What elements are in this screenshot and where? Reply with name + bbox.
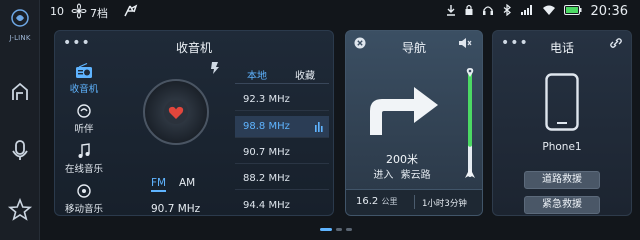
bluetooth-icon: [503, 4, 511, 16]
status-icons: [446, 4, 582, 16]
device-name: Phone1: [542, 141, 582, 153]
playing-eq-icon: [315, 122, 323, 132]
voice-icon: [12, 140, 28, 160]
current-position-icon: [465, 168, 475, 178]
headset-icon: [483, 6, 493, 15]
source-radio[interactable]: 收音机: [61, 63, 107, 95]
source-online-music[interactable]: 在线音乐: [61, 143, 107, 175]
page-indicator[interactable]: [320, 228, 352, 231]
source-online-music-label: 在线音乐: [64, 164, 103, 175]
radio-icon: [76, 63, 92, 78]
auto-climate-icon[interactable]: [122, 3, 138, 22]
remaining-km: 16.2: [356, 196, 379, 207]
source-mobile-music[interactable]: 移动音乐: [61, 183, 107, 215]
navigation-card[interactable]: 导航 200米 进入 紫云路 16.2 公里 1小时3分钟: [345, 30, 483, 216]
signal-4g-icon: [521, 5, 532, 15]
mute-icon[interactable]: [458, 37, 472, 49]
station-item[interactable]: 90.7 MHz: [235, 142, 329, 164]
mic-icon[interactable]: [209, 61, 221, 75]
tab-local[interactable]: 本地: [247, 67, 267, 82]
turn-right-arrow-icon: [370, 87, 438, 135]
phone-card[interactable]: ••• 电话 Phone1 道路救援 紧急救援: [492, 30, 632, 216]
navigation-footer: 16.2 公里 1小时3分钟: [346, 189, 482, 215]
turn-distance: 200米: [386, 153, 418, 166]
road-name: 紫云路: [400, 170, 431, 181]
jlink-logo[interactable]: J-LINK: [4, 8, 36, 42]
temperature[interactable]: 10: [50, 5, 64, 18]
radio-title: 收音机: [175, 41, 212, 55]
current-frequency: 90.7 MHz: [151, 203, 201, 215]
next-road: 进入 紫云路: [346, 166, 458, 181]
fan-level[interactable]: 7档: [90, 5, 108, 21]
star-icon: [7, 197, 33, 221]
band-am[interactable]: AM: [179, 177, 195, 189]
mobile-music-icon: [77, 184, 91, 198]
page-dot[interactable]: [336, 228, 342, 231]
download-icon: [447, 5, 455, 16]
source-listen-label: 听伴: [74, 124, 94, 135]
station-item[interactable]: 92.3 MHz: [235, 89, 329, 111]
battery-icon: [564, 5, 582, 15]
destination-pin-icon: [466, 68, 474, 77]
station-item-active[interactable]: 98.8 MHz: [235, 116, 329, 138]
page-dot[interactable]: [346, 228, 352, 231]
source-listen[interactable]: 听伴: [61, 103, 107, 135]
route-progress-bar: [468, 69, 472, 177]
footer-divider: [414, 195, 415, 209]
wifi-icon: [543, 5, 555, 15]
fan-icon[interactable]: [71, 3, 87, 22]
lock-icon: [465, 4, 473, 15]
clock: 20:36: [590, 4, 628, 19]
logo-text: J-LINK: [9, 34, 31, 42]
link-icon[interactable]: [609, 37, 623, 49]
station-item[interactable]: 94.4 MHz: [235, 195, 329, 215]
remaining-time: 1小时3分钟: [422, 199, 467, 209]
smartphone-icon: [545, 73, 579, 131]
status-bar: 10 7档 20:36: [40, 0, 640, 24]
band-fm[interactable]: FM: [151, 177, 167, 192]
station-item[interactable]: 88.2 MHz: [235, 168, 329, 190]
km-unit: 公里: [381, 197, 398, 206]
left-rail: J-LINK: [0, 0, 40, 240]
listen-icon: [77, 104, 91, 118]
home-icon: [12, 82, 28, 100]
heart-icon: [168, 106, 184, 119]
source-mobile-music-label: 移动音乐: [64, 204, 103, 215]
emergency-assist-button[interactable]: 紧急救援: [524, 196, 600, 214]
roadside-assist-button[interactable]: 道路救援: [524, 171, 600, 189]
music-note-icon: [78, 143, 90, 158]
home-button[interactable]: [6, 78, 34, 106]
page-dot-active[interactable]: [320, 228, 332, 231]
source-radio-label: 收音机: [69, 84, 99, 95]
radio-disc: [143, 79, 209, 145]
tab-favorites[interactable]: 收藏: [295, 67, 315, 82]
jlink-icon: [11, 9, 29, 27]
favorite-button[interactable]: [6, 196, 34, 224]
enter-label: 进入: [373, 170, 394, 181]
station-freq: 98.8 MHz: [243, 121, 290, 132]
tab-divider: [235, 83, 329, 84]
radio-card[interactable]: ••• 收音机 收音机 听伴 在线音乐 移动音乐 FM AM 90.7 MHz …: [54, 30, 334, 216]
voice-button[interactable]: [6, 136, 34, 164]
remaining-distance: 16.2 公里: [356, 196, 397, 207]
